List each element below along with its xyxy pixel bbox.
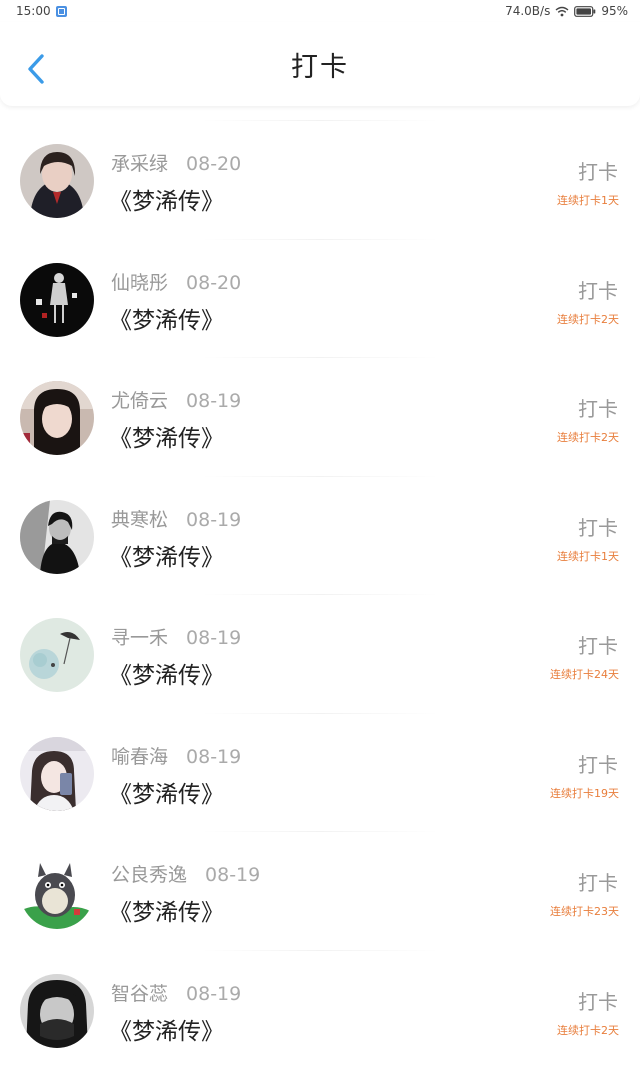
user-meta: 寻一禾 08-19	[111, 623, 241, 650]
avatar[interactable]	[20, 855, 94, 929]
streak-label: 连续打卡2天	[557, 431, 619, 444]
page-title: 打卡	[291, 51, 349, 83]
user-name: 智谷蕊	[111, 982, 169, 1005]
status-right: 74.0B/s 95%	[505, 4, 628, 18]
avatar[interactable]	[20, 736, 94, 811]
user-meta: 喻春海 08-19	[111, 742, 241, 769]
avatar[interactable]	[20, 618, 94, 692]
book-title: 《梦浠传》	[109, 544, 224, 571]
checkin-button[interactable]: 打卡	[578, 393, 618, 422]
app-header: 打卡	[0, 22, 640, 106]
checkin-date: 08-19	[186, 508, 242, 531]
checkin-date: 08-19	[205, 864, 261, 886]
user-name: 承采绿	[111, 153, 169, 175]
checkin-button[interactable]: 打卡	[578, 156, 618, 185]
streak-label: 连续打卡24天	[550, 668, 619, 681]
checkin-date: 08-20	[186, 271, 242, 294]
list-item[interactable]: 寻一禾 08-19 《梦浠传》 打卡 连续打卡24天	[0, 594, 640, 713]
checkin-button[interactable]: 打卡	[578, 630, 618, 659]
checkin-button[interactable]: 打卡	[578, 512, 618, 541]
wifi-icon	[555, 6, 569, 16]
list-item[interactable]: 公良秀逸 08-19 《梦浠传》 打卡 连续打卡23天	[0, 831, 640, 950]
notification-icon	[55, 5, 67, 17]
checkin-button[interactable]: 打卡	[578, 275, 618, 304]
streak-label: 连续打卡2天	[557, 312, 619, 326]
user-meta: 尤倚云 08-19	[111, 386, 241, 413]
battery-icon	[574, 5, 596, 17]
status-time: 15:00	[16, 4, 51, 18]
user-name: 公良秀逸	[111, 864, 188, 886]
list-item[interactable]: 智谷蕊 08-19 《梦浠传》 打卡 连续打卡2天	[0, 949, 640, 1067]
checkin-button[interactable]: 打卡	[578, 749, 618, 778]
list-item[interactable]: 典寒松 08-19 《梦浠传》 打卡 连续打卡1天	[0, 475, 640, 595]
streak-label: 连续打卡1天	[557, 549, 619, 563]
book-title: 《梦浠传》	[109, 900, 224, 926]
avatar[interactable]	[20, 499, 94, 574]
avatar[interactable]	[20, 973, 94, 1048]
user-meta: 智谷蕊 08-19	[111, 979, 241, 1006]
status-bar: 15:00 74.0B/s 95%	[0, 0, 640, 22]
streak-label: 连续打卡2天	[557, 1023, 619, 1037]
net-speed: 74.0B/s	[505, 4, 551, 18]
user-name: 尤倚云	[111, 390, 169, 412]
streak-label: 连续打卡23天	[550, 905, 619, 918]
book-title: 《梦浠传》	[109, 1018, 224, 1045]
user-name: 典寒松	[111, 508, 169, 531]
streak-label: 连续打卡1天	[557, 194, 619, 207]
checkin-button[interactable]: 打卡	[578, 986, 618, 1015]
checkin-date: 08-19	[186, 982, 242, 1005]
list-item[interactable]: 仙晓彤 08-20 《梦浠传》 打卡 连续打卡2天	[0, 238, 640, 358]
user-name: 仙晓彤	[111, 271, 169, 294]
chevron-left-icon[interactable]	[22, 52, 50, 86]
checkin-date: 08-20	[186, 153, 242, 175]
user-meta: 公良秀逸 08-19	[111, 860, 260, 887]
checkin-date: 08-19	[186, 627, 242, 649]
avatar[interactable]	[20, 381, 94, 455]
user-meta: 仙晓彤 08-20	[111, 268, 241, 295]
user-meta: 典寒松 08-19	[111, 505, 241, 532]
streak-label: 连续打卡19天	[550, 786, 619, 800]
book-title: 《梦浠传》	[109, 663, 224, 689]
book-title: 《梦浠传》	[109, 189, 224, 215]
list-item[interactable]: 承采绿 08-20 《梦浠传》 打卡 连续打卡1天	[0, 120, 640, 239]
book-title: 《梦浠传》	[109, 307, 224, 334]
book-title: 《梦浠传》	[109, 781, 224, 808]
list-item[interactable]: 喻春海 08-19 《梦浠传》 打卡 连续打卡19天	[0, 712, 640, 832]
checkin-date: 08-19	[186, 745, 242, 768]
checkin-list: 承采绿 08-20 《梦浠传》 打卡 连续打卡1天 仙晓彤 08-20 《梦浠传》 …	[0, 120, 640, 1067]
avatar[interactable]	[20, 262, 94, 337]
user-name: 喻春海	[111, 745, 169, 768]
avatar[interactable]	[20, 144, 94, 218]
list-item[interactable]: 尤倚云 08-19 《梦浠传》 打卡 连续打卡2天	[0, 357, 640, 476]
book-title: 《梦浠传》	[109, 426, 224, 452]
battery-percent: 95%	[601, 4, 628, 18]
user-meta: 承采绿 08-20	[111, 149, 241, 176]
checkin-date: 08-19	[186, 390, 242, 412]
user-name: 寻一禾	[111, 627, 169, 649]
checkin-button[interactable]: 打卡	[578, 867, 618, 896]
